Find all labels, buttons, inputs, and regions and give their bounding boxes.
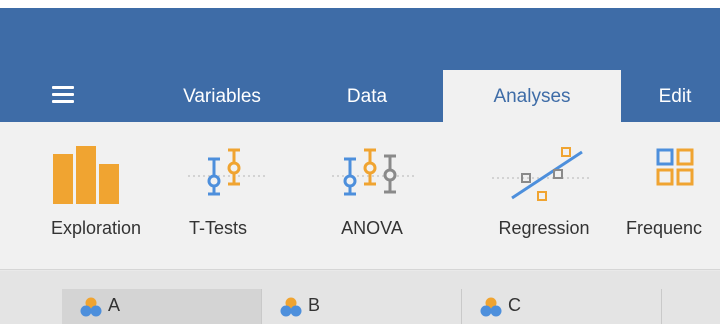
hamburger-menu-icon[interactable]: [52, 86, 74, 104]
anova-button[interactable]: ANOVA: [322, 122, 422, 270]
menu-line: [52, 100, 74, 103]
anova-label: ANOVA: [341, 218, 403, 238]
regression-button[interactable]: Regression: [474, 122, 614, 270]
column-header-a[interactable]: A: [62, 289, 262, 324]
menu-line: [52, 93, 74, 96]
nominal-variable-icon: [280, 297, 302, 317]
ttests-icon: [188, 148, 268, 196]
frequencies-icon: [656, 148, 694, 186]
analyses-ribbon: Exploration T-Tests ANOVA Regression Fre…: [0, 122, 720, 270]
title-strip: [0, 0, 720, 8]
column-name: A: [108, 295, 121, 315]
column-header-c[interactable]: C: [462, 289, 662, 324]
tab-analyses[interactable]: Analyses: [443, 70, 621, 122]
ttests-button[interactable]: T-Tests: [168, 122, 268, 270]
frequencies-button[interactable]: Frequenc: [626, 122, 720, 270]
tab-variables[interactable]: Variables: [152, 70, 292, 122]
tab-edit[interactable]: Edit: [640, 70, 710, 122]
ttests-label: T-Tests: [188, 218, 247, 238]
regression-icon: [492, 147, 592, 201]
menu-line: [52, 86, 74, 89]
column-name: C: [508, 295, 521, 315]
exploration-button[interactable]: Exploration: [26, 122, 166, 270]
exploration-bars-icon: [53, 146, 119, 204]
tab-data[interactable]: Data: [330, 70, 404, 122]
regression-label: Regression: [498, 218, 590, 238]
nominal-variable-icon: [80, 297, 102, 317]
column-header-b[interactable]: B: [262, 289, 462, 324]
column-name: B: [308, 295, 321, 315]
nominal-variable-icon: [480, 297, 502, 317]
spreadsheet-header: A B C: [0, 271, 720, 324]
exploration-label: Exploration: [50, 218, 142, 238]
frequencies-label: Frequenc: [626, 218, 703, 238]
anova-icon: [332, 148, 416, 196]
